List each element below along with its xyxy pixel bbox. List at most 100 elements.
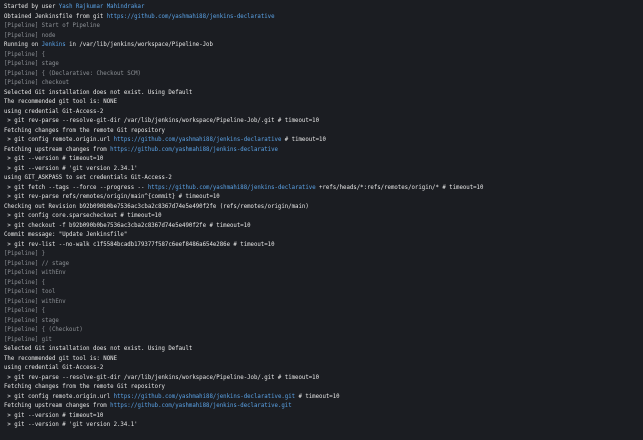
console-text: using GIT_ASKPASS to set credentials Git…: [4, 175, 172, 181]
console-line: The recommended git tool is: NONE: [4, 355, 643, 365]
pipeline-step-line: [Pipeline] {: [4, 51, 643, 61]
pipeline-step-line: [Pipeline] }: [4, 250, 643, 260]
console-output: Started by user Yash Rajkumar Mahindraka…: [0, 0, 643, 440]
console-text: Commit message: "Update Jenkinsfile": [4, 232, 128, 238]
console-text: [Pipeline] Start of Pipeline: [4, 23, 100, 29]
pipeline-step-line: [Pipeline] Start of Pipeline: [4, 22, 643, 32]
console-text: using credential Git-Access-2: [4, 365, 104, 371]
console-text: [Pipeline] withEnv: [4, 298, 66, 305]
console-text: > git --version # timeout=10: [4, 412, 104, 419]
pipeline-step-line: [Pipeline] withEnv: [4, 298, 643, 308]
console-text: [Pipeline] stage: [4, 61, 59, 67]
console-line: Fetching changes from the remote Git rep…: [4, 127, 643, 137]
console-line: > git config remote.origin.url https://g…: [4, 393, 643, 403]
pipeline-step-line: [Pipeline] { (Checkout): [4, 326, 643, 336]
console-link[interactable]: https://github.com/yashmahi88/jenkins-de…: [110, 147, 278, 153]
console-line: using credential Git-Access-2: [4, 364, 643, 374]
console-line: Selected Git installation does not exist…: [4, 89, 643, 99]
console-line: > git config core.sparsecheckout # timeo…: [4, 212, 643, 222]
console-text: > git --version # timeout=10: [4, 156, 104, 162]
console-text: Selected Git installation does not exist…: [4, 346, 193, 352]
console-text: > git rev-list --no-walk c1f5584bcadb179…: [4, 241, 275, 248]
console-text: Checking out Revision b92b090b0be7536ac3…: [4, 203, 309, 210]
console-text: [Pipeline] }: [4, 251, 46, 257]
console-text: > git rev-parse --resolve-git-dir /var/l…: [4, 118, 320, 124]
console-text: in /var/lib/jenkins/workspace/Pipeline-J…: [65, 42, 213, 48]
console-line: using GIT_ASKPASS to set credentials Git…: [4, 174, 643, 184]
pipeline-step-line: [Pipeline] git: [4, 336, 643, 346]
console-text: > git --version # 'git version 2.34.1': [4, 422, 138, 428]
pipeline-step-line: [Pipeline] { (Declarative: Checkout SCM): [4, 70, 643, 80]
console-line: Fetching upstream changes from https://g…: [4, 146, 643, 156]
console-line: using credential Git-Access-2: [4, 108, 643, 118]
pipeline-step-line: [Pipeline] checkout: [4, 79, 643, 89]
console-text: +refs/heads/*:refs/remotes/origin/* # ti…: [315, 184, 484, 191]
pipeline-step-line: [Pipeline] stage: [4, 60, 643, 70]
console-line: Running on Jenkins in /var/lib/jenkins/w…: [4, 41, 643, 51]
console-text: [Pipeline] {: [4, 51, 46, 58]
console-link[interactable]: https://github.com/yashmahi88/jenkins-de…: [107, 14, 275, 20]
console-link[interactable]: https://github.com/yashmahi88/jenkins-de…: [148, 185, 316, 191]
console-line: Checking out Revision b92b090b0be7536ac3…: [4, 203, 643, 213]
console-text: [Pipeline] checkout: [4, 80, 70, 86]
console-link[interactable]: https://github.com/yashmahi88/jenkins-de…: [110, 403, 291, 409]
console-text: Started by user: [4, 4, 59, 10]
console-line: Fetching upstream changes from https://g…: [4, 402, 643, 412]
console-text: > git fetch --tags --force --progress --: [4, 184, 148, 191]
pipeline-step-line: [Pipeline] node: [4, 32, 643, 42]
pipeline-step-line: [Pipeline] tool: [4, 288, 643, 298]
console-line: > git rev-list --no-walk c1f5584bcadb179…: [4, 241, 643, 251]
console-line: > git rev-parse --resolve-git-dir /var/l…: [4, 117, 643, 127]
console-line: Obtained Jenkinsfile from git https://gi…: [4, 13, 643, 23]
console-link[interactable]: Jenkins: [42, 42, 66, 48]
console-line: > git fetch --tags --force --progress --…: [4, 184, 643, 194]
console-text: Fetching upstream changes from: [4, 146, 111, 153]
console-line: > git rev-parse refs/remotes/origin/main…: [4, 193, 643, 203]
console-text: [Pipeline] {: [4, 279, 46, 286]
console-line: > git --version # 'git version 2.34.1': [4, 421, 643, 431]
console-text: [Pipeline] { (Checkout): [4, 327, 83, 333]
console-text: [Pipeline] withEnv: [4, 270, 66, 276]
pipeline-step-line: [Pipeline] // stage: [4, 260, 643, 270]
console-line: Commit message: "Update Jenkinsfile": [4, 231, 643, 241]
console-line: > git checkout -f b92b090b0be7536ac3cba2…: [4, 222, 643, 232]
console-text: # timeout=10: [281, 137, 326, 143]
console-text: Obtained Jenkinsfile from git: [4, 13, 107, 20]
console-line: > git config remote.origin.url https://g…: [4, 136, 643, 146]
pipeline-step-line: [Pipeline] {: [4, 279, 643, 289]
console-text: > git rev-parse refs/remotes/origin/main…: [4, 194, 220, 200]
console-link[interactable]: Yash Rajkumar Mahindrakar: [59, 4, 145, 10]
console-text: [Pipeline] {: [4, 308, 46, 314]
console-text: > git config core.sparsecheckout # timeo…: [4, 213, 162, 219]
console-text: [Pipeline] node: [4, 32, 56, 39]
pipeline-step-line: [Pipeline] withEnv: [4, 269, 643, 279]
console-text: [Pipeline] // stage: [4, 260, 70, 267]
console-text: [Pipeline] { (Declarative: Checkout SCM): [4, 70, 141, 77]
console-link[interactable]: https://github.com/yashmahi88/jenkins-de…: [114, 137, 282, 143]
console-line: > git --version # 'git version 2.34.1': [4, 165, 643, 175]
console-text: > git config remote.origin.url: [4, 393, 114, 400]
console-text: Selected Git installation does not exist…: [4, 89, 193, 96]
console-text: Fetching upstream changes from: [4, 403, 111, 409]
console-line: > git --version # timeout=10: [4, 412, 643, 422]
console-line: > git --version # timeout=10: [4, 155, 643, 165]
console-text: # timeout=10: [295, 393, 340, 400]
console-text: The recommended git tool is: NONE: [4, 99, 117, 105]
console-text: > git config remote.origin.url: [4, 137, 114, 143]
console-line: The recommended git tool is: NONE: [4, 98, 643, 108]
console-text: > git --version # 'git version 2.34.1': [4, 165, 138, 172]
console-line: Started by user Yash Rajkumar Mahindraka…: [4, 3, 643, 13]
console-text: Fetching changes from the remote Git rep…: [4, 384, 165, 390]
console-text: The recommended git tool is: NONE: [4, 355, 117, 362]
console-text: > git checkout -f b92b090b0be7536ac3cba2…: [4, 222, 251, 229]
console-line: > git rev-parse --resolve-git-dir /var/l…: [4, 374, 643, 384]
console-line: Fetching changes from the remote Git rep…: [4, 383, 643, 393]
console-text: Fetching changes from the remote Git rep…: [4, 127, 165, 134]
pipeline-step-line: [Pipeline] {: [4, 307, 643, 317]
console-text: [Pipeline] stage: [4, 317, 59, 324]
pipeline-step-line: [Pipeline] stage: [4, 317, 643, 327]
console-text: > git rev-parse --resolve-git-dir /var/l…: [4, 374, 320, 381]
console-line: Selected Git installation does not exist…: [4, 345, 643, 355]
console-text: using credential Git-Access-2: [4, 108, 104, 115]
console-link[interactable]: https://github.com/yashmahi88/jenkins-de…: [114, 394, 295, 400]
